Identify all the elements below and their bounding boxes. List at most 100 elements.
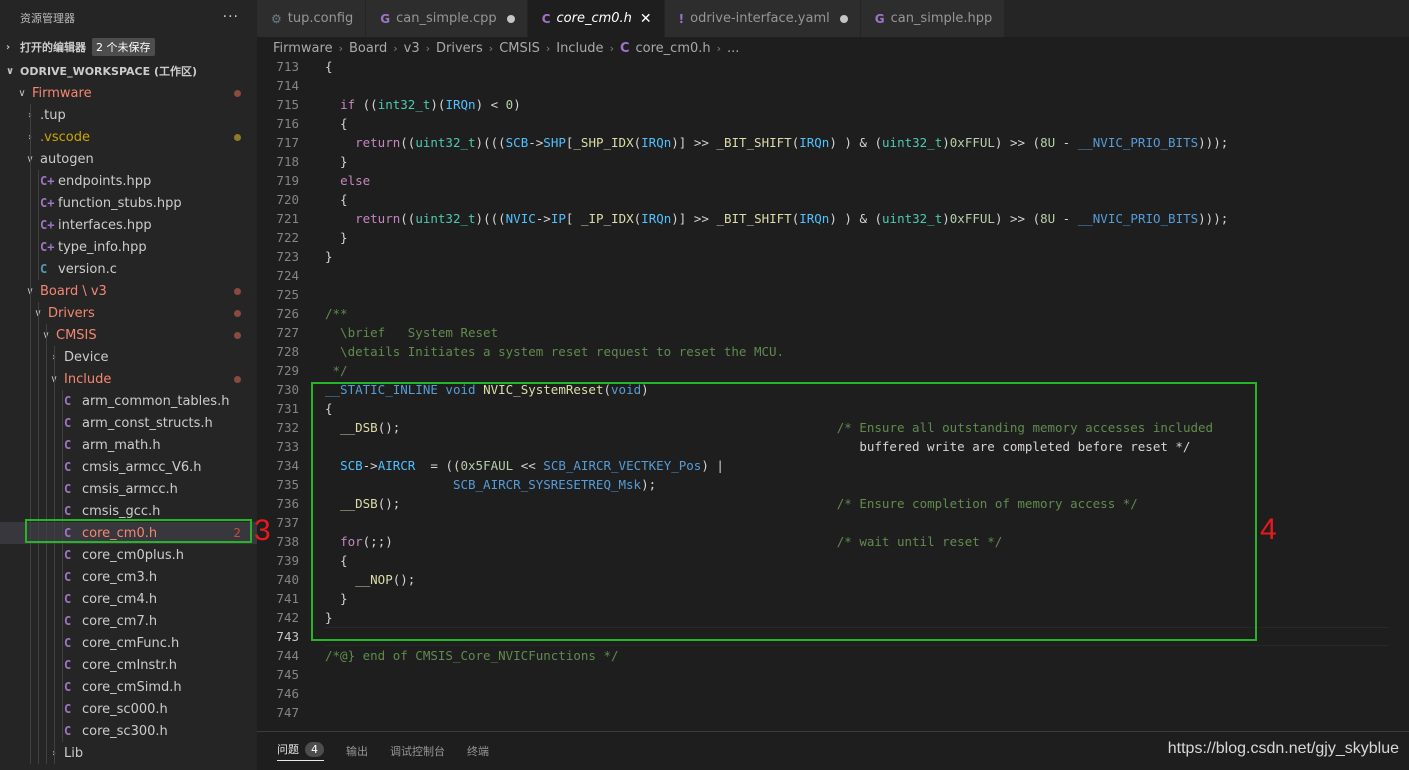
unsaved-dot-icon[interactable]: [839, 14, 848, 23]
breadcrumb-item[interactable]: Board: [349, 41, 387, 56]
tab-odrive-interface-yaml[interactable]: ! odrive-interface.yaml: [664, 0, 861, 37]
breadcrumb-item[interactable]: Include: [556, 41, 603, 56]
tree-folder[interactable]: ∨autogen: [0, 148, 257, 170]
tree-file[interactable]: Ccore_cmFunc.h: [0, 632, 257, 654]
annotation-marker-4: 4: [1260, 513, 1277, 546]
code-line[interactable]: 715 if ((int32_t)(IRQn) < 0): [257, 95, 1409, 114]
tree-item-label: Drivers: [48, 305, 95, 321]
tree-file[interactable]: Carm_common_tables.h: [0, 390, 257, 412]
indent-guide: [54, 632, 55, 654]
line-number: 719: [276, 173, 299, 188]
code-line[interactable]: 728 \details Initiates a system reset re…: [257, 342, 1409, 361]
tree-file[interactable]: Carm_math.h: [0, 434, 257, 456]
code-line[interactable]: 744 /*@} end of CMSIS_Core_NVICFunctions …: [257, 646, 1409, 665]
tree-folder[interactable]: ∨Board \ v3: [0, 280, 257, 302]
code-line[interactable]: 727 \brief System Reset: [257, 323, 1409, 342]
panel-tab[interactable]: 问题 4: [277, 741, 324, 761]
chevron-right-icon: ›: [393, 41, 398, 55]
tree-file[interactable]: Ccore_sc300.h: [0, 720, 257, 742]
code-line[interactable]: 729 */: [257, 361, 1409, 380]
workspace-section[interactable]: ∨ ODRIVE_WORKSPACE (工作区): [0, 60, 257, 82]
tree-file[interactable]: Ccore_cm0plus.h: [0, 544, 257, 566]
tree-file[interactable]: Ccmsis_armcc.h: [0, 478, 257, 500]
code-line[interactable]: 718 }: [257, 152, 1409, 171]
indent-guide: [46, 742, 47, 764]
code-line[interactable]: 746: [257, 684, 1409, 703]
more-actions-icon[interactable]: ···: [223, 9, 239, 25]
code-text: else: [340, 173, 371, 188]
chevron-right-icon: ›: [545, 41, 551, 55]
tree-file[interactable]: Carm_const_structs.h: [0, 412, 257, 434]
code-line[interactable]: 747: [257, 703, 1409, 722]
tree-folder[interactable]: ›Lib: [0, 742, 257, 764]
breadcrumb-item[interactable]: Firmware: [273, 41, 333, 56]
tree-item-label: Firmware: [32, 85, 92, 101]
annotation-box-sidebar: [25, 519, 252, 543]
tab-can-simple-cpp[interactable]: Gcan_simple.cpp: [366, 0, 528, 37]
code-text: {: [325, 59, 333, 74]
code-line[interactable]: 745: [257, 665, 1409, 684]
indent-guide: [30, 390, 31, 412]
panel-tab[interactable]: 输出: [346, 743, 368, 759]
code-line[interactable]: 721 return((uint32_t)(((NVIC->IP[ _IP_ID…: [257, 209, 1409, 228]
code-line[interactable]: 726 /**: [257, 304, 1409, 323]
tree-folder[interactable]: ∨CMSIS: [0, 324, 257, 346]
line-number: 747: [276, 705, 299, 720]
tree-file[interactable]: C+ interfaces.hpp: [0, 214, 257, 236]
tree-file[interactable]: Ccore_cm4.h: [0, 588, 257, 610]
tree-file[interactable]: C+ function_stubs.hpp: [0, 192, 257, 214]
tree-folder[interactable]: ›Device: [0, 346, 257, 368]
panel-tab[interactable]: 调试控制台: [390, 743, 445, 759]
tree-file[interactable]: Ccore_cm3.h: [0, 566, 257, 588]
gear-icon: ⚙: [271, 11, 282, 26]
tree-folder[interactable]: ∨Include: [0, 368, 257, 390]
tree-file[interactable]: Ccore_cm7.h: [0, 610, 257, 632]
panel-tab[interactable]: 终端: [467, 743, 489, 759]
tree-file[interactable]: C+ type_info.hpp: [0, 236, 257, 258]
code-line[interactable]: 717 return((uint32_t)(((SCB->SHP[_SHP_ID…: [257, 133, 1409, 152]
tree-file[interactable]: C+ endpoints.hpp: [0, 170, 257, 192]
breadcrumb-item[interactable]: Drivers: [436, 41, 483, 56]
code-line[interactable]: 724: [257, 266, 1409, 285]
close-icon[interactable]: ✕: [640, 11, 652, 27]
tree-file[interactable]: Cversion.c: [0, 258, 257, 280]
tree-folder[interactable]: ›.tup: [0, 104, 257, 126]
tree-item-label: cmsis_armcc.h: [82, 481, 178, 497]
indent-guide: [54, 654, 55, 676]
code-line[interactable]: 720 {: [257, 190, 1409, 209]
code-line[interactable]: 725: [257, 285, 1409, 304]
code-line[interactable]: 716 {: [257, 114, 1409, 133]
code-line[interactable]: 713 {: [257, 59, 1409, 76]
code-line[interactable]: 722 }: [257, 228, 1409, 247]
breadcrumb-item[interactable]: core_cm0.h: [636, 41, 711, 56]
tree-file[interactable]: Ccore_sc000.h: [0, 698, 257, 720]
tab-core-cm0-h[interactable]: Ccore_cm0.h ✕: [527, 0, 665, 37]
c-file-icon: C: [64, 592, 72, 606]
indent-guide: [54, 610, 55, 632]
cpp-file-icon: C+: [40, 174, 55, 188]
breadcrumb-item[interactable]: ...: [727, 41, 739, 56]
tree-file[interactable]: Ccore_cmSimd.h: [0, 676, 257, 698]
chevron-right-icon: ›: [716, 41, 722, 55]
tree-folder[interactable]: ∨ Firmware: [0, 82, 257, 104]
chevron-down-icon: ∨: [18, 87, 26, 99]
tree-file[interactable]: Ccmsis_armcc_V6.h: [0, 456, 257, 478]
tree-folder[interactable]: ∨Drivers: [0, 302, 257, 324]
modified-dot-icon: [234, 134, 241, 141]
tree-folder[interactable]: ›.vscode: [0, 126, 257, 148]
cpp-file-icon: G: [874, 11, 885, 26]
tree-file[interactable]: Ccore_cmInstr.h: [0, 654, 257, 676]
code-line[interactable]: 723}: [257, 247, 1409, 266]
open-editors-section[interactable]: › 打开的编辑器 2 个未保存: [0, 36, 257, 58]
chevron-right-icon: ›: [609, 41, 614, 55]
tab-label: can_simple.hpp: [890, 11, 993, 26]
line-number: 735: [276, 477, 299, 492]
code-line[interactable]: 714: [257, 76, 1409, 95]
breadcrumb-item[interactable]: CMSIS: [499, 41, 540, 56]
breadcrumb-item[interactable]: v3: [404, 41, 420, 56]
code-line[interactable]: 719 else: [257, 171, 1409, 190]
indent-guide: [54, 368, 55, 390]
tab-can-simple-hpp[interactable]: Gcan_simple.hpp: [860, 0, 1006, 37]
unsaved-dot-icon[interactable]: [506, 14, 515, 23]
tab-tup-config[interactable]: ⚙ tup.config: [257, 0, 367, 37]
